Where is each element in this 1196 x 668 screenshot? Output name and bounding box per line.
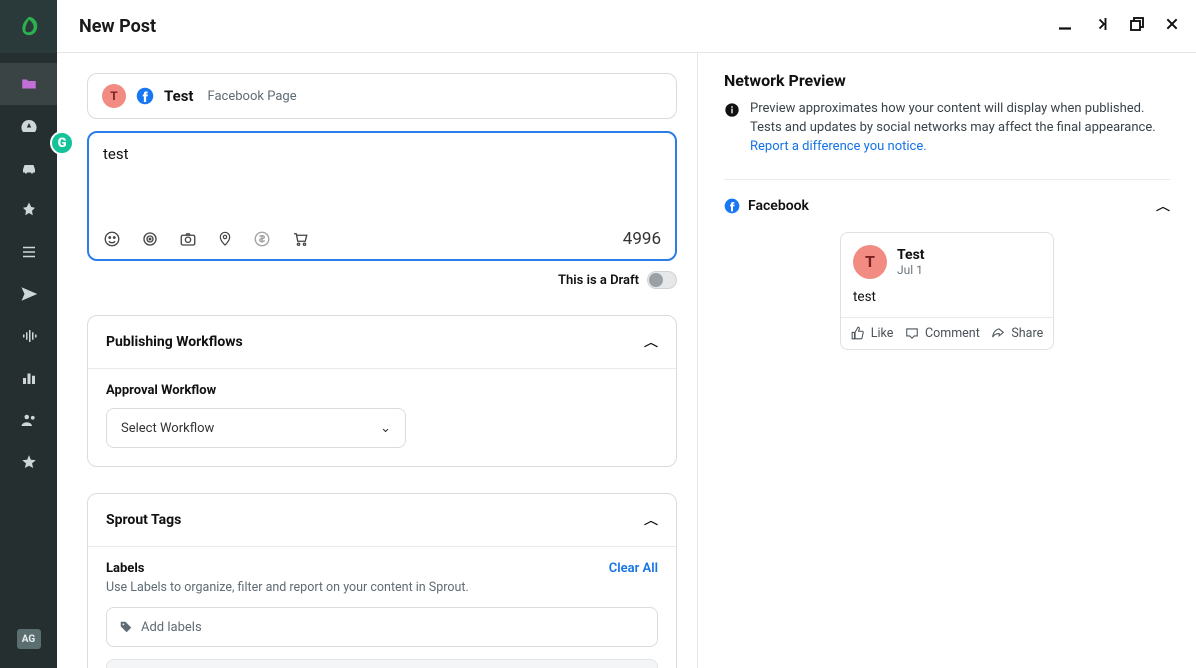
labels-title: Labels (106, 561, 144, 576)
sidebar-item-publishing[interactable] (0, 273, 57, 315)
tags-section: Sprout Tags ︿ Labels Clear All Use Label… (87, 493, 677, 668)
sidebar: AG G (0, 53, 57, 668)
compose-column: T Test Facebook Page test 4996 (57, 53, 697, 668)
car-icon (20, 159, 38, 177)
leaf-icon (18, 15, 40, 37)
info-icon (724, 102, 740, 118)
suggested-labels-row: Try: announcement ＋ thought leadership ＋ (106, 659, 658, 668)
facebook-icon (724, 198, 740, 214)
sidebar-item-pin[interactable] (0, 189, 57, 231)
workflow-select[interactable]: Select Workflow ⌄ (106, 408, 406, 448)
profile-avatar: T (102, 84, 126, 108)
network-header[interactable]: Facebook ︿ (724, 179, 1170, 216)
minimize-icon[interactable] (1056, 15, 1074, 38)
list-icon (20, 243, 38, 261)
close-icon[interactable] (1164, 16, 1180, 37)
folder-icon (20, 75, 38, 93)
sidebar-item-reports[interactable] (0, 357, 57, 399)
draft-label: This is a Draft (558, 273, 639, 288)
like-icon (851, 326, 865, 340)
sidebar-item-inbox[interactable] (0, 147, 57, 189)
preview-post-date: Jul 1 (897, 263, 925, 277)
comment-icon (905, 326, 919, 340)
preview-note-text: Preview approximates how your content wi… (750, 101, 1156, 135)
people-icon (20, 411, 38, 429)
profile-subtype: Facebook Page (208, 89, 297, 104)
preview-post-name: Test (897, 247, 925, 263)
topbar-left: New Post (0, 0, 156, 53)
sidebar-item-reviews[interactable] (0, 441, 57, 483)
workflows-section: Publishing Workflows ︿ Approval Workflow… (87, 315, 677, 467)
network-label: Facebook (748, 198, 809, 214)
preview-title: Network Preview (724, 71, 1170, 90)
tag-icon (119, 620, 133, 634)
window-controls (1056, 15, 1180, 38)
approval-label: Approval Workflow (106, 383, 658, 398)
dock-icon[interactable] (1092, 15, 1110, 38)
sidebar-item-feeds[interactable] (0, 231, 57, 273)
draft-row: This is a Draft (87, 271, 677, 289)
sidebar-item-compose[interactable] (0, 63, 57, 105)
target-icon[interactable] (141, 230, 159, 248)
compose-textarea[interactable]: test (103, 145, 661, 201)
preview-share-button[interactable]: Share (991, 326, 1043, 341)
tags-header[interactable]: Sprout Tags ︿ (88, 494, 676, 546)
report-difference-link[interactable]: Report a difference you notice. (750, 139, 927, 154)
compose-toolbar: 4996 (103, 229, 661, 249)
facebook-post-preview: T Test Jul 1 test Like Comment (840, 232, 1054, 350)
tags-title: Sprout Tags (106, 512, 181, 528)
sidebar-item-listening[interactable] (0, 315, 57, 357)
chevron-up-icon: ︿ (644, 512, 658, 528)
character-count: 4996 (623, 229, 661, 249)
workflow-select-placeholder: Select Workflow (121, 421, 214, 436)
send-icon (20, 285, 38, 303)
profile-name: Test (164, 87, 194, 105)
preview-column: Network Preview Preview approximates how… (697, 53, 1196, 668)
labels-input[interactable]: Add labels (106, 607, 658, 647)
page-title: New Post (79, 16, 156, 37)
profile-selector[interactable]: T Test Facebook Page (87, 73, 677, 119)
avatar-badge: AG (17, 629, 41, 649)
chevron-down-icon: ⌄ (380, 421, 391, 436)
bars-icon (20, 369, 38, 387)
sidebar-item-people[interactable] (0, 399, 57, 441)
location-icon[interactable] (217, 230, 233, 248)
chevron-up-icon: ︿ (644, 334, 658, 350)
topbar: New Post (0, 0, 1196, 53)
workflows-header[interactable]: Publishing Workflows ︿ (88, 316, 676, 368)
share-icon (991, 326, 1005, 340)
labels-description: Use Labels to organize, filter and repor… (106, 580, 658, 595)
facebook-icon (136, 87, 154, 105)
grammarly-badge[interactable]: G (50, 131, 74, 155)
camera-icon[interactable] (179, 230, 197, 248)
monetize-icon[interactable] (253, 230, 271, 248)
workflows-title: Publishing Workflows (106, 334, 243, 350)
compose-editor[interactable]: test 4996 (87, 131, 677, 261)
draft-toggle[interactable] (647, 271, 677, 289)
preview-like-button[interactable]: Like (851, 326, 894, 341)
star-icon (20, 453, 38, 471)
preview-note: Preview approximates how your content wi… (724, 100, 1170, 157)
gauge-icon (20, 117, 38, 135)
chevron-up-icon: ︿ (1156, 198, 1170, 214)
labels-placeholder: Add labels (141, 620, 202, 635)
sidebar-user-avatar[interactable]: AG (0, 618, 57, 660)
shopping-icon[interactable] (291, 230, 309, 248)
pin-icon (20, 201, 38, 219)
app-logo[interactable] (0, 0, 57, 53)
wave-icon (20, 327, 38, 345)
clear-all-link[interactable]: Clear All (609, 561, 658, 576)
preview-avatar: T (853, 245, 887, 279)
sidebar-item-dashboard[interactable] (0, 105, 57, 147)
maximize-icon[interactable] (1128, 15, 1146, 38)
emoji-icon[interactable] (103, 230, 121, 248)
preview-post-body: test (841, 283, 1053, 317)
preview-comment-button[interactable]: Comment (905, 326, 980, 341)
